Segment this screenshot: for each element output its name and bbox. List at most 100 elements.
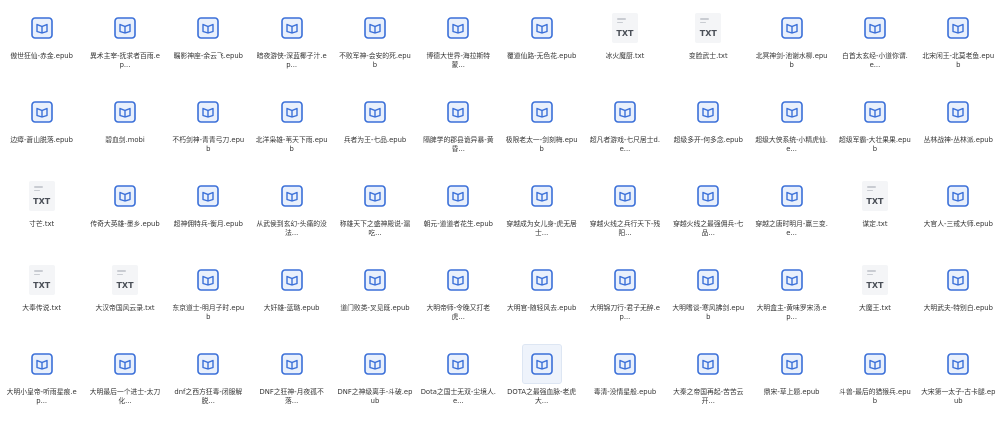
book-file-icon [105, 176, 145, 216]
file-item[interactable]: 傲世狂仙-赤金.epub [0, 4, 83, 88]
file-name: 大魔王.txt [858, 304, 891, 312]
book-file-icon [272, 176, 312, 216]
file-name: 碧血剑.mobi [105, 136, 145, 144]
file-item[interactable]: 超神佣特兵-衡月.epub [167, 172, 250, 256]
file-item[interactable]: 大明盒主-黄味罗宋汤.ep... [750, 256, 833, 340]
file-item[interactable]: 大明小皇帝-听雨星痕.ep... [0, 340, 83, 424]
book-file-icon [355, 8, 395, 48]
file-item[interactable]: 从武侯到玄幻-头痛的没法... [250, 172, 333, 256]
file-item[interactable]: 大明锦刀行-君子无醉.ep... [583, 256, 666, 340]
file-item[interactable]: 大明帝师-令晚又打老虎... [417, 256, 500, 340]
file-item[interactable]: 道门败类-叉见既.epub [333, 256, 416, 340]
file-name: 斗兽-最后的猎猴兵.epub [839, 388, 911, 405]
txt-label: TXT [616, 29, 634, 38]
text-file-icon: TXT [605, 8, 645, 48]
book-file-icon [105, 8, 145, 48]
file-name: 白首太玄经-小道你谓.e... [842, 52, 908, 69]
file-item[interactable]: TXT 大魔王.txt [833, 256, 916, 340]
file-name: 极限老太一-剑刻梅.epub [505, 136, 578, 153]
file-item[interactable]: 穿越火线之兵行天下-残阳... [583, 172, 666, 256]
file-item[interactable]: 极限老太一-剑刻梅.epub [500, 88, 583, 172]
file-item[interactable]: 北宋闲王-北莫老鱼.epub [917, 4, 1000, 88]
file-item[interactable]: 覆道仙路-无色花.epub [500, 4, 583, 88]
file-item[interactable]: 超级军霸-大壮果果.epub [833, 88, 916, 172]
file-name: 寸芒.txt [29, 220, 55, 228]
file-item[interactable]: 称雄天下之盛神殿说-漏吃... [333, 172, 416, 256]
file-item[interactable]: TXT 谋定.txt [833, 172, 916, 256]
file-item[interactable]: 暗夜游侠-深蓝椰子汁.ep... [250, 4, 333, 88]
file-name: 大奸雄-蓝璐.epub [263, 304, 320, 312]
file-item[interactable]: 白首太玄经-小道你谓.e... [833, 4, 916, 88]
text-file-icon: TXT [855, 176, 895, 216]
file-item[interactable]: Dota之国士无双-尘境人.e... [417, 340, 500, 424]
book-file-icon [522, 92, 562, 132]
file-item[interactable]: 不朽剑神-青青弓刀.epub [167, 88, 250, 172]
file-item[interactable]: 瞩影神座-余云飞.epub [167, 4, 250, 88]
txt-label: TXT [33, 281, 51, 290]
file-item[interactable]: 穿越之唐时明月-赢三变.e... [750, 172, 833, 256]
file-name: 北宋闲王-北莫老鱼.epub [922, 52, 995, 69]
file-item[interactable]: TXT 大汉帝国风云录.txt [83, 256, 166, 340]
file-item[interactable]: DOTA之最强血脉-老虎大... [500, 340, 583, 424]
file-item[interactable]: 超级大侠系统-小精虎仙.e... [750, 88, 833, 172]
book-file-icon [438, 344, 478, 384]
file-item[interactable]: TXT 变脸武士.txt [667, 4, 750, 88]
file-item[interactable]: 东京道士-明月子时.epub [167, 256, 250, 340]
file-name: 異术主宰-抚求者百雨.ep... [90, 52, 160, 69]
file-item[interactable]: dnf之西方狂毒-闭服解脱... [167, 340, 250, 424]
file-item[interactable]: 边瘴-蒼山脱落.epub [0, 88, 83, 172]
file-name: 隔脾学的郡县诡异暴-黄昏... [423, 136, 494, 153]
file-item[interactable]: DNF之神级离手-斗破.epub [333, 340, 416, 424]
file-item[interactable]: 大官人-三戒大师.epub [917, 172, 1000, 256]
book-file-icon [188, 176, 228, 216]
file-item[interactable]: 大宋第一太子-古卡腿.epub [917, 340, 1000, 424]
file-item[interactable]: TXT 寸芒.txt [0, 172, 83, 256]
file-item[interactable]: 不败军神-会安的死.epub [333, 4, 416, 88]
book-file-icon [688, 260, 728, 300]
file-item[interactable]: 異术主宰-抚求者百雨.ep... [83, 4, 166, 88]
book-file-icon [355, 260, 395, 300]
file-name: 暗夜游侠-深蓝椰子汁.ep... [256, 52, 327, 69]
file-name: 不败军神-会安的死.epub [339, 52, 411, 69]
file-item[interactable]: 碧血剑.mobi [83, 88, 166, 172]
file-item[interactable]: 大明最后一个进士-太刀化... [83, 340, 166, 424]
file-item[interactable]: 传奇大英雄-墨乡.epub [83, 172, 166, 256]
file-name: 大秦之帝国再起-苦苦云开... [673, 388, 744, 405]
file-name: 鼎宋-草上题.epub [763, 388, 820, 396]
file-item[interactable]: 超凡者游戏-七尺居士d.e... [583, 88, 666, 172]
file-item[interactable]: 鼎宋-草上题.epub [750, 340, 833, 424]
book-file-icon [688, 176, 728, 216]
file-item[interactable]: 斗兽-最后的猎猴兵.epub [833, 340, 916, 424]
file-item[interactable]: 大秦之帝国再起-苦苦云开... [667, 340, 750, 424]
file-item[interactable]: 大明武夫-特别白.epub [917, 256, 1000, 340]
file-item[interactable]: 大明嗜谈-寒风拂剑.epub [667, 256, 750, 340]
file-item[interactable]: 穿越成为女儿身-虎无居士... [500, 172, 583, 256]
file-item[interactable]: 博德大世界-海拉斯特蒙... [417, 4, 500, 88]
file-item[interactable]: 毒清-没情星般.epub [583, 340, 666, 424]
file-item[interactable]: 隔脾学的郡县诡异暴-黄昏... [417, 88, 500, 172]
file-name: DOTA之最强血脉-老虎大... [507, 388, 577, 405]
file-name: 兵者为王-七品.epub [343, 136, 407, 144]
book-file-icon [22, 344, 62, 384]
file-name: 变脸武士.txt [688, 52, 728, 60]
file-item[interactable]: 超级多开-何多念.epub [667, 88, 750, 172]
text-file-icon: TXT [688, 8, 728, 48]
book-file-icon [272, 344, 312, 384]
file-name: 谋定.txt [862, 220, 888, 228]
file-name: 博德大世界-海拉斯特蒙... [426, 52, 491, 69]
file-item[interactable]: 北洋枭雄-苇天下雨.epub [250, 88, 333, 172]
file-item[interactable]: 大奸雄-蓝璐.epub [250, 256, 333, 340]
file-grid: 傲世狂仙-赤金.epub 異术主宰-抚求者百雨.ep... 瞩影神座-余云飞.epu… [0, 0, 1000, 411]
file-item[interactable]: 兵者为王-七品.epub [333, 88, 416, 172]
file-item[interactable]: 穿越火线之最强佣兵-七品... [667, 172, 750, 256]
file-item[interactable]: 朝元-道道者花生.epub [417, 172, 500, 256]
file-item[interactable]: 丛林战神-丛林派.epub [917, 88, 1000, 172]
book-file-icon [272, 260, 312, 300]
book-file-icon [105, 344, 145, 384]
file-item[interactable]: 大明官-随轻风去.epub [500, 256, 583, 340]
file-name: 不朽剑神-青青弓刀.epub [172, 136, 245, 153]
file-item[interactable]: TXT 冰火魔厨.txt [583, 4, 666, 88]
file-item[interactable]: 北冥神剑-池谢水柳.epub [750, 4, 833, 88]
file-item[interactable]: DNF之狂神-月夜孤不落... [250, 340, 333, 424]
file-item[interactable]: TXT 大奉传说.txt [0, 256, 83, 340]
